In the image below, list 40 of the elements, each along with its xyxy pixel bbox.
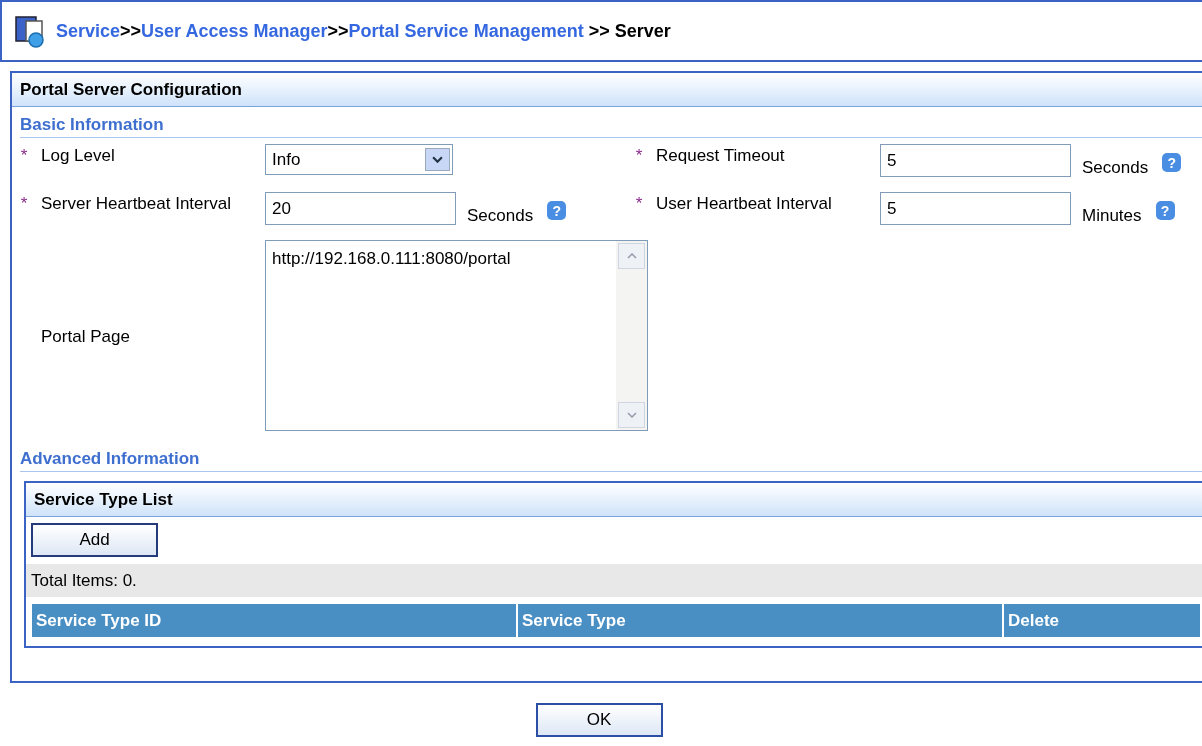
- help-icon[interactable]: ?: [547, 201, 567, 220]
- field-label: Server Heartbeat Interval: [40, 193, 232, 214]
- breadcrumb-separator: >>: [120, 20, 142, 42]
- column-header[interactable]: Service Type: [518, 604, 1004, 637]
- scrollbar[interactable]: [616, 241, 647, 430]
- list-title: Service Type List: [26, 483, 1202, 517]
- field-label: Log Level: [40, 145, 116, 166]
- unit-label: Seconds: [1082, 158, 1149, 178]
- field-label: Portal Page: [40, 325, 131, 347]
- text-field[interactable]: 20: [265, 192, 456, 225]
- field-label: User Heartbeat Interval: [655, 193, 833, 214]
- required-mark: *: [634, 193, 644, 214]
- ok-button[interactable]: OK: [535, 703, 663, 737]
- unit-label: Seconds: [467, 206, 534, 226]
- breadcrumb-link[interactable]: Service: [56, 20, 121, 42]
- help-icon[interactable]: ?: [1162, 153, 1182, 172]
- panel-title: Portal Server Configuration: [12, 73, 1202, 107]
- section-title: Basic Information: [20, 115, 1202, 138]
- column-header[interactable]: Delete: [1004, 604, 1202, 637]
- breadcrumb-link[interactable]: User Access Manager: [141, 20, 328, 42]
- section-title: Advanced Information: [20, 449, 1202, 472]
- required-mark: *: [634, 145, 644, 166]
- column-header[interactable]: Service Type ID: [32, 604, 518, 637]
- log-level-select[interactable]: Info: [265, 144, 453, 175]
- add-button[interactable]: Add: [31, 523, 158, 557]
- scroll-up-button[interactable]: [618, 243, 645, 269]
- breadcrumb-separator: >>: [327, 20, 349, 42]
- breadcrumb-link[interactable]: Portal Service Management: [348, 20, 584, 42]
- breadcrumb-current: >> Server: [588, 20, 671, 42]
- scroll-down-button[interactable]: [618, 402, 645, 428]
- help-icon[interactable]: ?: [1155, 201, 1175, 220]
- chevron-up-icon: [626, 253, 637, 259]
- required-mark: *: [19, 145, 29, 166]
- total-items: Total Items: 0.: [26, 564, 1202, 597]
- text-field[interactable]: 5: [880, 144, 1071, 177]
- text-field[interactable]: 5: [880, 192, 1071, 225]
- required-mark: *: [19, 193, 29, 214]
- unit-label: Minutes: [1082, 206, 1142, 226]
- chevron-down-icon: [626, 412, 637, 418]
- field-label: Request Timeout: [655, 145, 786, 166]
